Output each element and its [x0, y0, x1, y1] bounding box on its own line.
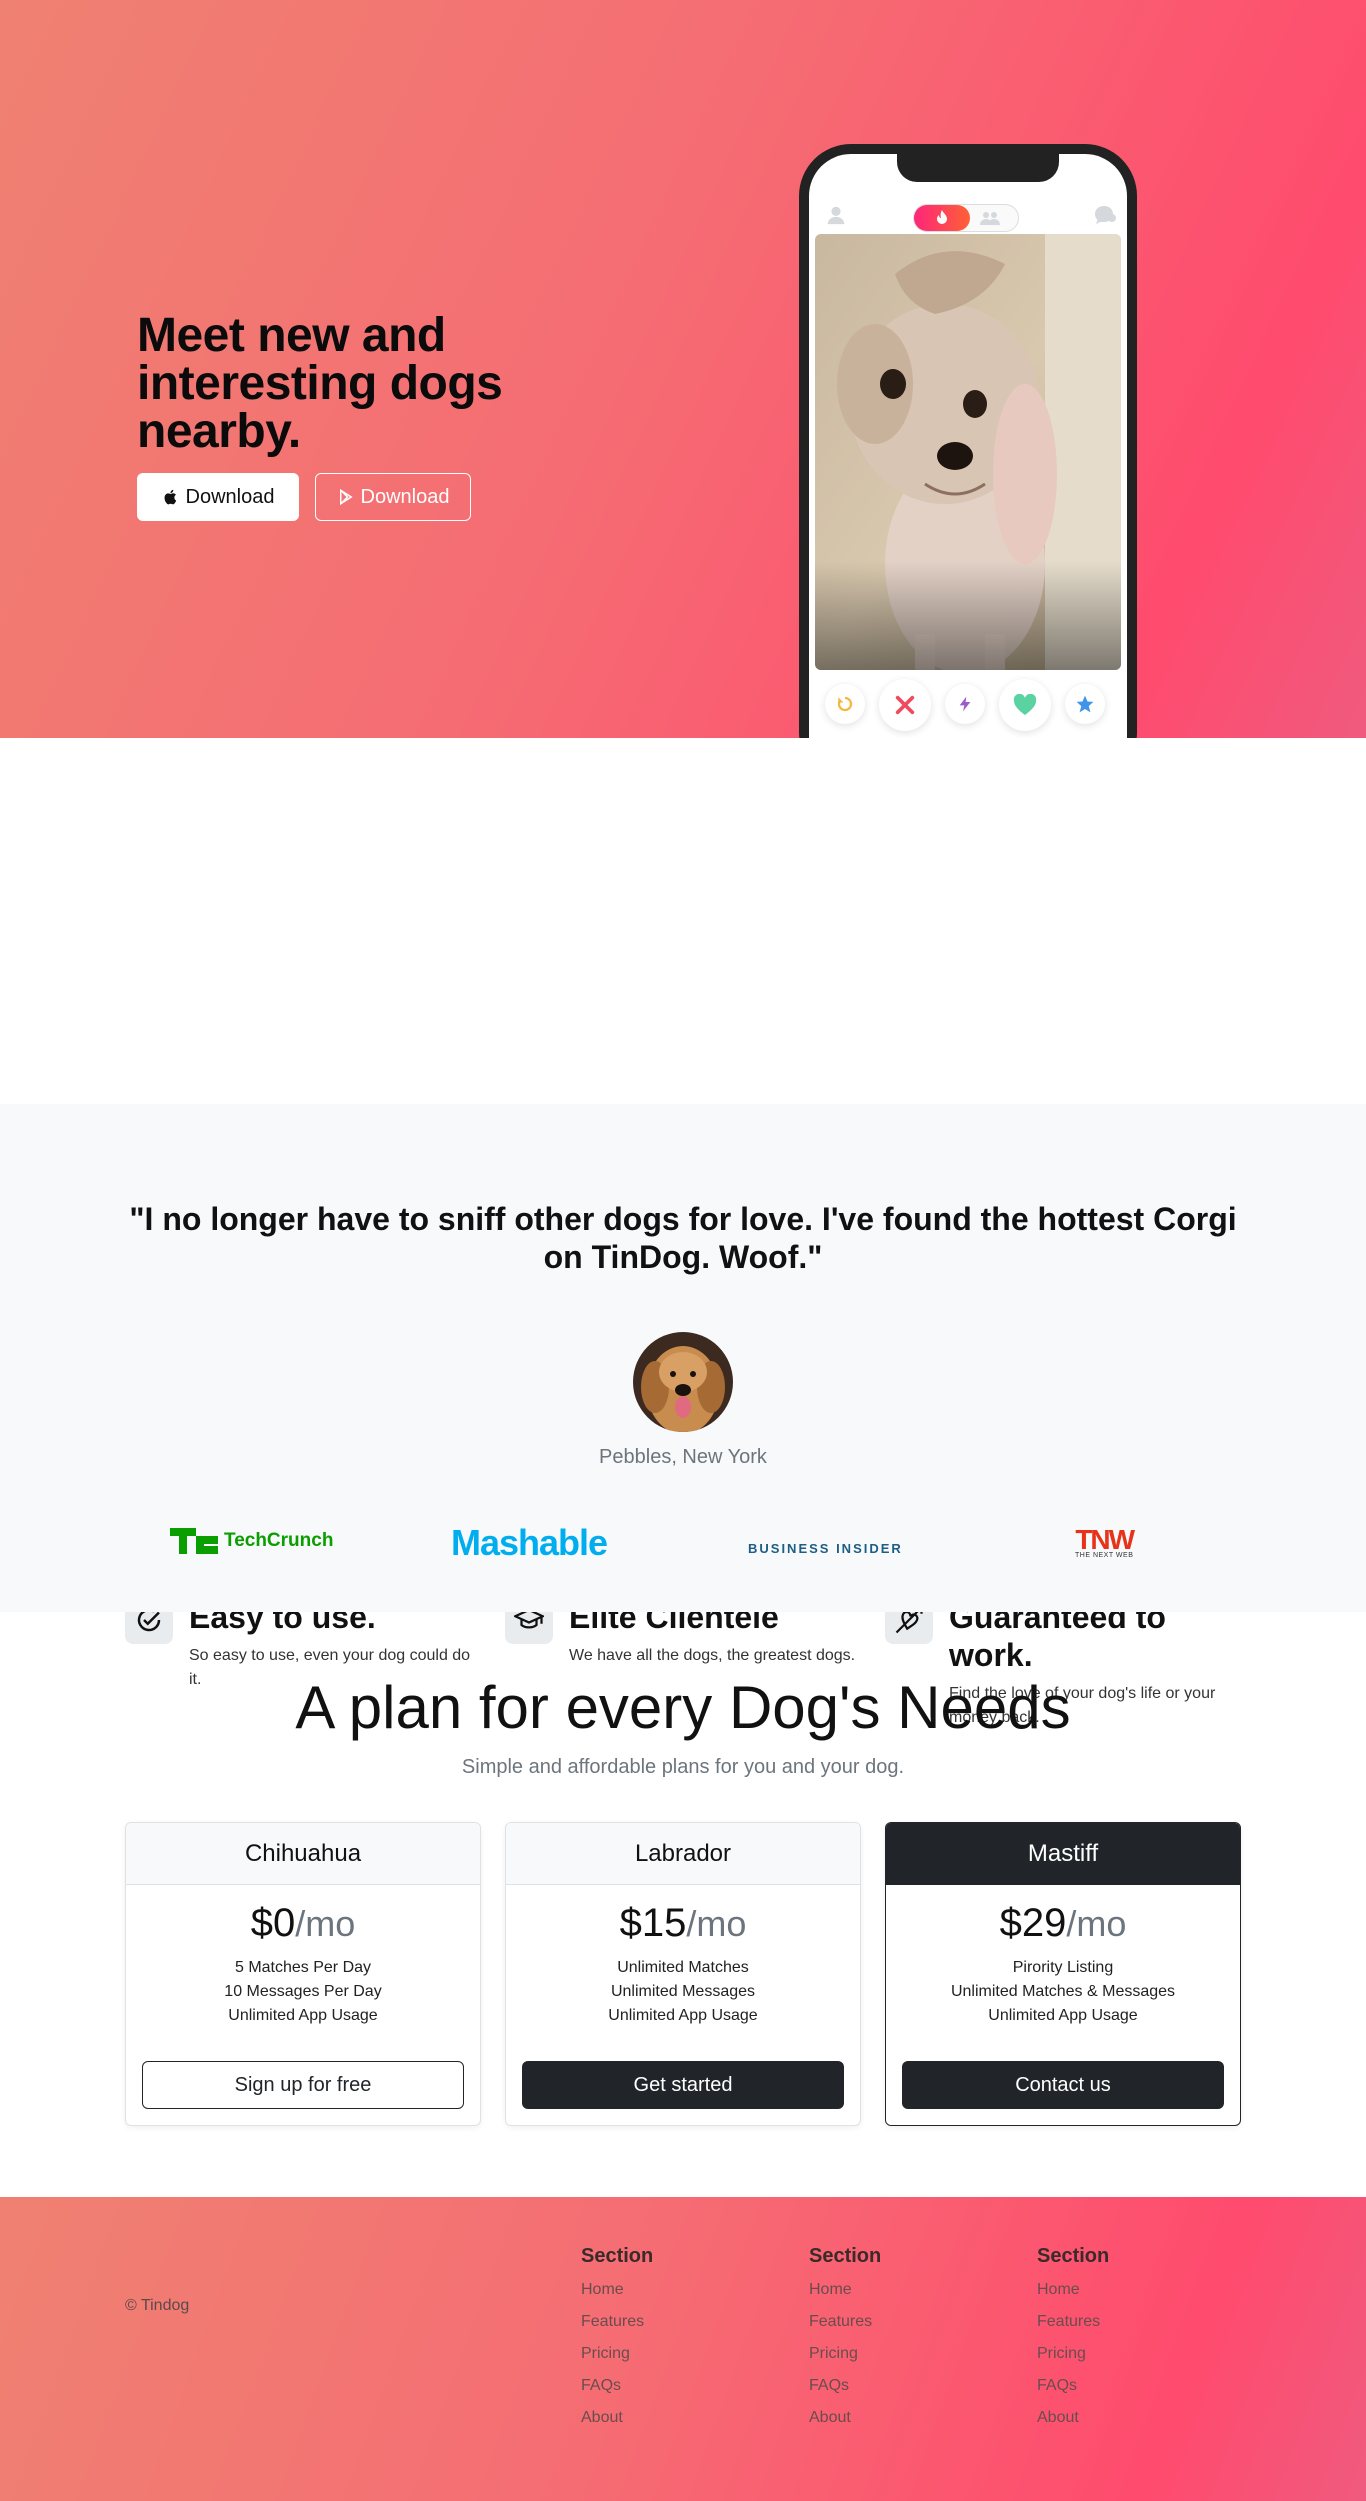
contact-us-button[interactable]: Contact us [902, 2061, 1224, 2109]
footer-link-features[interactable]: Features [581, 2306, 653, 2338]
footer-link-pricing[interactable]: Pricing [581, 2338, 653, 2370]
footer-link-about[interactable]: About [809, 2402, 881, 2434]
rewind-icon [837, 696, 853, 712]
footer-link-about[interactable]: About [1037, 2402, 1109, 2434]
plan-card-chihuahua: Chihuahua $0/mo 5 Matches Per Day 10 Mes… [125, 1822, 481, 2126]
boost-button[interactable] [945, 684, 985, 724]
plan-feature: Unlimited App Usage [228, 2007, 378, 2024]
footer-link-faqs[interactable]: FAQs [581, 2370, 653, 2402]
super-like-button[interactable] [1065, 684, 1105, 724]
hero-section: Meet new and interesting dogs nearby. Do… [0, 0, 1366, 738]
like-button[interactable] [999, 679, 1051, 731]
play-download-button[interactable]: Download [315, 473, 471, 521]
sign-up-free-button[interactable]: Sign up for free [142, 2061, 464, 2109]
plan-card-mastiff: Mastiff $29/mo Pirority Listing Unlimite… [885, 1822, 1241, 2126]
plan-feature: Unlimited Messages [610, 1983, 756, 2000]
footer-heading: Section [581, 2245, 654, 2267]
testimonial-quote: "I no longer have to sniff other dogs fo… [129, 1201, 1237, 1275]
lightning-icon [959, 696, 971, 712]
footer-link-pricing[interactable]: Pricing [809, 2338, 881, 2370]
app-top-bar [809, 202, 1127, 232]
avatar [633, 1332, 733, 1432]
footer-link-home[interactable]: Home [581, 2274, 653, 2306]
apple-download-label: Download [185, 485, 275, 508]
footer-link-features[interactable]: Features [1037, 2306, 1109, 2338]
techcrunch-logo: TechCrunch [170, 1528, 333, 1554]
get-started-button[interactable]: Get started [522, 2061, 844, 2109]
plan-features: Pirority Listing Unlimited Matches & Mes… [886, 1956, 1240, 2028]
close-icon [895, 695, 915, 715]
footer-column: Section Home Features Pricing FAQs About [809, 2245, 881, 2434]
testimonial-author: Pebbles, New York [599, 1446, 767, 1468]
pricing-title: A plan for every Dog's Needs [295, 1674, 1071, 1741]
plan-feature: 5 Matches Per Day [234, 1959, 372, 1976]
footer: © Tindog Section Home Features Pricing F… [0, 2197, 1366, 2501]
mashable-logo: Mashable [451, 1522, 608, 1563]
testimonial-section: "I no longer have to sniff other dogs fo… [0, 1104, 1366, 1612]
apple-download-button[interactable]: Download [137, 473, 299, 521]
flame-icon [914, 205, 970, 231]
techcrunch-label: TechCrunch [224, 1530, 334, 1551]
profile-icon [827, 206, 845, 225]
plan-name: Labrador [506, 1823, 860, 1885]
google-play-icon [339, 488, 353, 506]
plan-feature: Unlimited Matches & Messages [950, 1983, 1176, 2000]
footer-link-faqs[interactable]: FAQs [1037, 2370, 1109, 2402]
footer-link-pricing[interactable]: Pricing [1037, 2338, 1109, 2370]
tnw-sub: THE NEXT WEB [1075, 1552, 1134, 1559]
footer-link-faqs[interactable]: FAQs [809, 2370, 881, 2402]
star-icon [1076, 695, 1094, 713]
footer-link-home[interactable]: Home [1037, 2274, 1109, 2306]
footer-heading: Section [1037, 2245, 1110, 2267]
mode-toggle [913, 204, 1019, 232]
footer-column: Section Home Features Pricing FAQs About [581, 2245, 653, 2434]
footer-heading: Section [809, 2245, 882, 2267]
messages-icon [1095, 206, 1116, 224]
pricing-subtitle: Simple and affordable plans for you and … [461, 1756, 905, 1778]
business-insider-logo: BUSINESS INSIDER [748, 1541, 903, 1556]
play-download-label: Download [360, 485, 450, 508]
group-icon [970, 205, 1010, 231]
plan-card-labrador: Labrador $15/mo Unlimited Matches Unlimi… [505, 1822, 861, 2126]
phone-mockup [799, 144, 1137, 738]
footer-column: Section Home Features Pricing FAQs About [1037, 2245, 1109, 2434]
tnw-logo: TNW THE NEXT WEB [1075, 1524, 1135, 1560]
swipe-actions [809, 674, 1127, 738]
phone-notch [897, 154, 1059, 182]
phone-screen [809, 154, 1127, 738]
dog-profile-photo [815, 234, 1121, 670]
plan-name: Chihuahua [126, 1823, 480, 1885]
footer-link-home[interactable]: Home [809, 2274, 881, 2306]
tnw-mark: TNW [1075, 1524, 1135, 1555]
plan-name: Mastiff [886, 1823, 1240, 1885]
feature-text: We have all the dogs, the greatest dogs. [569, 1647, 856, 1664]
rewind-button[interactable] [825, 684, 865, 724]
plan-feature: 10 Messages Per Day [224, 1983, 382, 2000]
nope-button[interactable] [879, 679, 931, 731]
plan-feature: Unlimited App Usage [988, 2007, 1138, 2024]
plan-feature: Unlimited App Usage [608, 2007, 758, 2024]
footer-link-about[interactable]: About [581, 2402, 653, 2434]
plan-price: $29/mo [999, 1901, 1127, 1945]
plan-features: Unlimited Matches Unlimited Messages Unl… [506, 1956, 860, 2028]
copyright: © Tindog [125, 2297, 190, 2314]
plan-feature: Pirority Listing [1012, 1959, 1114, 1976]
heart-icon [1013, 694, 1037, 715]
plan-features: 5 Matches Per Day 10 Messages Per Day Un… [126, 1956, 480, 2028]
plan-feature: Unlimited Matches [617, 1959, 749, 1976]
apple-icon [164, 489, 176, 505]
plan-price: $15/mo [619, 1901, 747, 1945]
hero-title: Meet new and interesting dogs nearby. [137, 309, 503, 458]
plan-price: $0/mo [250, 1901, 356, 1945]
features-section: Easy to use. So easy to use, even your d… [0, 738, 1366, 1726]
footer-link-features[interactable]: Features [809, 2306, 881, 2338]
